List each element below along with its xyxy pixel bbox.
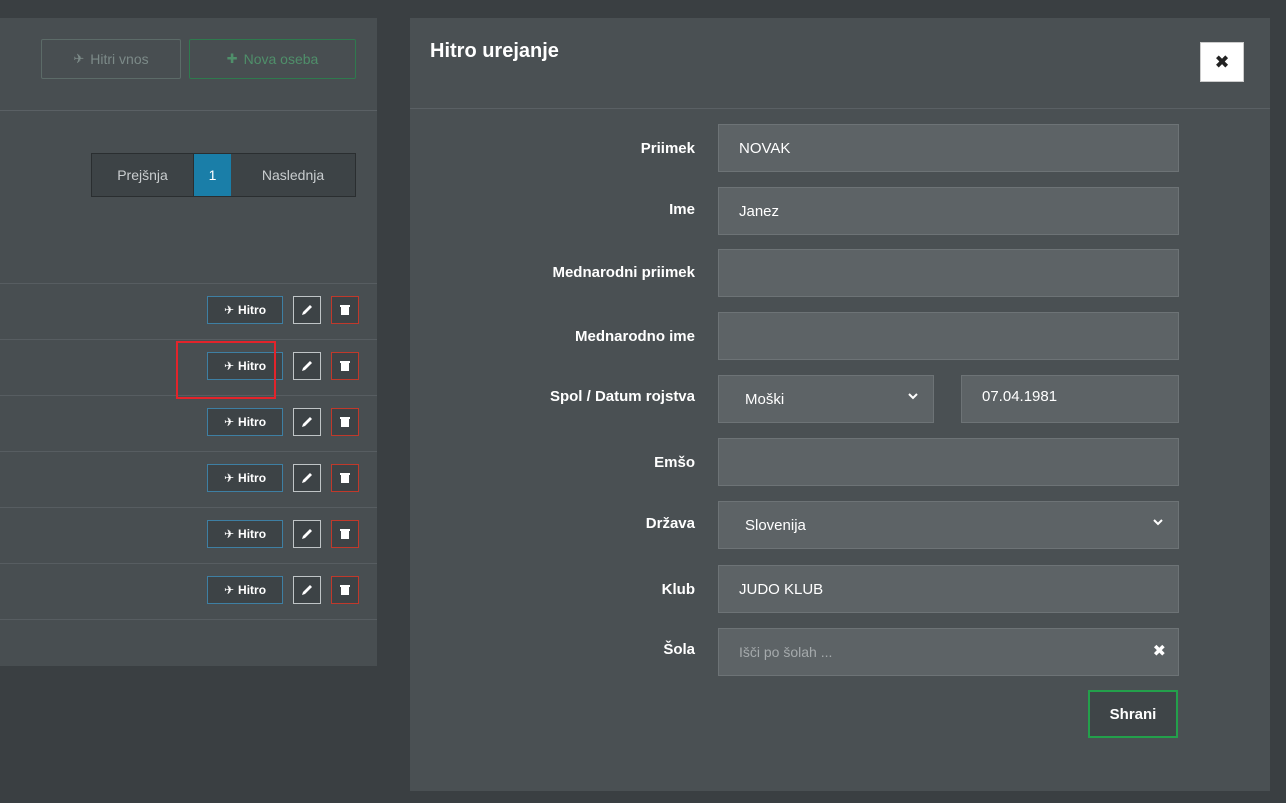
gender-value: Moški: [745, 390, 785, 408]
trash-icon: [340, 585, 350, 595]
plane-icon: ✈: [223, 303, 235, 317]
new-person-label: Nova oseba: [243, 51, 319, 67]
intl-surname-label: Mednarodni priimek: [552, 264, 695, 281]
plane-icon: ✈: [223, 471, 235, 485]
quick-edit-modal: Hitro urejanje ✖ Priimek NOVAK Ime Janez…: [410, 18, 1270, 791]
list-toolbar: ✈ Hitri vnos ✚ Nova oseba: [0, 18, 377, 111]
new-person-button[interactable]: ✚ Nova oseba: [189, 39, 356, 79]
intl-surname-field[interactable]: [718, 249, 1179, 297]
quick-edit-button[interactable]: ✈ Hitro: [207, 464, 283, 492]
quick-edit-button[interactable]: ✈ Hitro: [207, 520, 283, 548]
delete-button[interactable]: [331, 352, 359, 380]
close-button[interactable]: ✖: [1200, 42, 1244, 82]
pager-current-page[interactable]: 1: [194, 154, 231, 196]
surname-label: Priimek: [640, 140, 695, 157]
emso-label: Emšo: [654, 454, 695, 471]
trash-icon: [340, 473, 350, 483]
table-row: ✈ Hitro: [0, 563, 377, 619]
plane-icon: ✈: [223, 583, 235, 597]
quick-edit-label: Hitro: [238, 527, 267, 541]
table-row: ✈ Hitro: [0, 283, 377, 339]
delete-button[interactable]: [331, 408, 359, 436]
modal-header: Hitro urejanje ✖: [410, 18, 1270, 109]
save-label: Shrani: [1109, 705, 1157, 723]
plane-icon: ✈: [223, 527, 235, 541]
quick-edit-label: Hitro: [238, 471, 267, 485]
save-button[interactable]: Shrani: [1088, 690, 1178, 738]
table-row: ✈ Hitro: [0, 451, 377, 507]
club-value: JUDO KLUB: [739, 580, 824, 598]
table-row: ✈ Hitro: [0, 395, 377, 451]
school-search-input[interactable]: Išči po šolah ... ✖: [718, 628, 1179, 676]
intl-name-field[interactable]: [718, 312, 1179, 360]
surname-field[interactable]: NOVAK: [718, 124, 1179, 172]
plus-icon: ✚: [226, 51, 238, 66]
delete-button[interactable]: [331, 576, 359, 604]
name-field[interactable]: Janez: [718, 187, 1179, 235]
club-label: Klub: [661, 581, 695, 598]
emso-field[interactable]: [718, 438, 1179, 486]
school-label: Šola: [663, 641, 695, 658]
chevron-down-icon: [1152, 516, 1164, 528]
quick-entry-button[interactable]: ✈ Hitri vnos: [41, 39, 181, 79]
edit-button[interactable]: [293, 520, 321, 548]
quick-edit-label: Hitro: [238, 415, 267, 429]
name-label: Ime: [669, 201, 695, 218]
trash-icon: [340, 529, 350, 539]
quick-edit-label: Hitro: [238, 303, 267, 317]
gender-select[interactable]: Moški: [718, 375, 934, 423]
date-of-birth-field[interactable]: 07.04.1981: [961, 375, 1179, 423]
country-label: Država: [645, 515, 695, 532]
pager-next-button[interactable]: Naslednja: [231, 154, 355, 196]
highlight-annotation: [176, 341, 276, 399]
pencil-icon: [302, 417, 312, 427]
quick-edit-button[interactable]: ✈ Hitro: [207, 576, 283, 604]
edit-button[interactable]: [293, 408, 321, 436]
edit-button[interactable]: [293, 464, 321, 492]
quick-edit-button[interactable]: ✈ Hitro: [207, 408, 283, 436]
country-value: Slovenija: [745, 516, 806, 534]
delete-button[interactable]: [331, 464, 359, 492]
surname-value: NOVAK: [739, 139, 791, 157]
pencil-icon: [302, 361, 312, 371]
plane-icon: ✈: [73, 51, 85, 66]
trash-icon: [340, 361, 350, 371]
dob-value: 07.04.1981: [982, 388, 1058, 405]
quick-edit-label: Hitro: [238, 583, 267, 597]
pencil-icon: [302, 473, 312, 483]
close-icon: ✖: [1214, 51, 1230, 72]
plane-icon: ✈: [223, 415, 235, 429]
table-row: ✈ Hitro: [0, 507, 377, 563]
edit-button[interactable]: [293, 296, 321, 324]
table-row-end: [0, 619, 377, 666]
quick-entry-label: Hitri vnos: [90, 51, 149, 67]
gender-dob-label: Spol / Datum rojstva: [549, 388, 695, 405]
chevron-down-icon: [907, 390, 919, 402]
country-select[interactable]: Slovenija: [718, 501, 1179, 549]
edit-button[interactable]: [293, 576, 321, 604]
club-field[interactable]: JUDO KLUB: [718, 565, 1179, 613]
modal-title: Hitro urejanje: [430, 40, 559, 62]
pencil-icon: [302, 305, 312, 315]
pencil-icon: [302, 585, 312, 595]
pencil-icon: [302, 529, 312, 539]
pager-prev-button[interactable]: Prejšnja: [92, 154, 194, 196]
pagination: Prejšnja 1 Naslednja: [91, 153, 356, 197]
name-value: Janez: [739, 202, 780, 220]
edit-button[interactable]: [293, 352, 321, 380]
trash-icon: [340, 305, 350, 315]
school-placeholder: Išči po šolah ...: [739, 644, 833, 660]
intl-name-label: Mednarodno ime: [574, 328, 695, 345]
clear-icon[interactable]: ✖: [1153, 641, 1166, 661]
trash-icon: [340, 417, 350, 427]
delete-button[interactable]: [331, 520, 359, 548]
delete-button[interactable]: [331, 296, 359, 324]
quick-edit-button[interactable]: ✈ Hitro: [207, 296, 283, 324]
